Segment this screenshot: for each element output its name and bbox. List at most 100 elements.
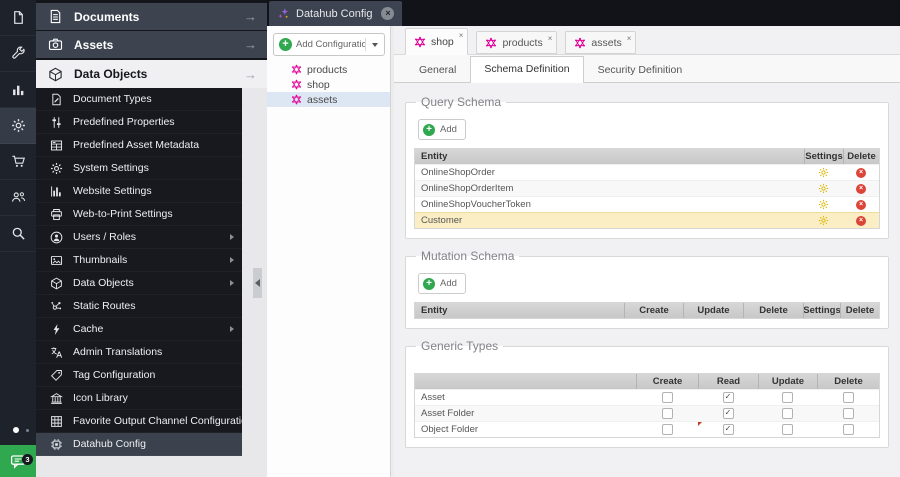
rail-item-search[interactable] [0,216,36,252]
sidebar-item-favorite-output-channel-configurations[interactable]: Favorite Output Channel Configurations [36,410,242,433]
icon-library-icon [50,392,63,405]
delete-cell [817,390,879,405]
delete-icon[interactable]: × [856,167,866,178]
notification-badge: 3 [22,454,33,465]
checkbox-create[interactable] [661,408,673,419]
column-header-create[interactable]: Create [624,303,683,318]
column-header-delete[interactable]: Delete [817,374,879,389]
column-header-entity[interactable]: Entity [415,303,624,318]
checkbox-delete[interactable] [842,424,854,435]
checkbox-read[interactable]: ✓ [722,408,734,419]
settings-gear-icon[interactable] [818,167,829,178]
collapse-splitter-button[interactable] [253,268,262,298]
sidebar-item-data-objects[interactable]: Data Objects [36,272,242,295]
workspace-tab-products[interactable]: products × [476,31,558,54]
checkbox-read[interactable]: ✓ [722,424,734,435]
sidebar-item-predefined-properties[interactable]: Predefined Properties [36,111,242,134]
sidebar-item-document-types[interactable]: Document Types [36,88,242,111]
column-header-delete[interactable]: Delete [843,149,879,164]
checkbox-read[interactable]: ✓ [722,392,734,403]
rail-item-ecommerce[interactable] [0,144,36,180]
sidebar-item-label: Data Objects [73,277,134,289]
subtab-schema-definition[interactable]: Schema Definition [470,56,584,83]
chevron-down-icon[interactable] [372,42,378,47]
checkbox-update[interactable] [782,392,793,403]
tab-datahub-config[interactable]: Datahub Config × [269,1,403,26]
column-header-entity[interactable]: Entity [415,149,804,164]
query-add-button[interactable]: + Add [418,119,466,140]
sidebar-item-label: Document Types [73,93,152,105]
subtab-general[interactable]: General [405,57,470,83]
column-header-settings[interactable]: Settings [804,149,843,164]
sidebar-item-thumbnails[interactable]: Thumbnails [36,249,242,272]
column-header-read[interactable]: Read [698,374,758,389]
settings-gear-icon[interactable] [818,199,829,210]
sidebar-item-cache[interactable]: Cache [36,318,242,341]
workspace-tab-assets[interactable]: assets × [565,31,637,54]
subtab-security-definition[interactable]: Security Definition [584,57,697,83]
query-row-Customer[interactable]: Customer × [415,212,879,228]
delete-icon[interactable]: × [856,183,866,194]
plus-icon: + [279,38,292,51]
settings-gear-icon[interactable] [818,183,829,194]
sidebar-item-website-settings[interactable]: Website Settings [36,180,242,203]
delete-icon[interactable]: × [856,199,866,210]
query-row-OnlineShopVoucherToken[interactable]: OnlineShopVoucherToken × [415,196,879,212]
close-icon[interactable]: × [627,34,632,43]
column-header-settings[interactable]: Settings [803,303,840,318]
tree-item-shop[interactable]: shop [267,77,390,92]
sidebar-item-users-roles[interactable]: Users / Roles [36,226,242,249]
settings-gear-icon[interactable] [818,215,829,226]
sidebar-section-documents[interactable]: Documents → [36,3,267,30]
sidebar-sections: Documents → Assets → Data Objects → [36,0,267,88]
rail-item-settings[interactable] [0,108,36,144]
rail-item-users[interactable] [0,180,36,216]
checkbox-update[interactable] [782,408,793,419]
column-header-update[interactable]: Update [683,303,743,318]
close-icon[interactable]: × [548,34,553,43]
sidebar-item-datahub-config[interactable]: Datahub Config [36,433,242,456]
checkbox-delete[interactable] [842,392,854,403]
rail-item-tools[interactable] [0,36,36,72]
generic-row-object-folder[interactable]: Object Folder ✓ [415,421,879,437]
rail-item-documents[interactable] [0,0,36,36]
sidebar-item-system-settings[interactable]: System Settings [36,157,242,180]
sidebar-section-assets[interactable]: Assets → [36,31,267,58]
graphql-icon [291,94,302,105]
mutation-add-button[interactable]: + Add [418,273,466,294]
sidebar-section-data-objects[interactable]: Data Objects → [36,60,267,88]
query-row-OnlineShopOrder[interactable]: OnlineShopOrder × [415,164,879,180]
query-row-OnlineShopOrderItem[interactable]: OnlineShopOrderItem × [415,180,879,196]
close-icon[interactable]: × [381,7,395,20]
sidebar-item-static-routes[interactable]: Static Routes [36,295,242,318]
column-header-delete[interactable]: Delete [743,303,803,318]
checkbox-create[interactable] [661,392,673,403]
generic-row-asset-folder[interactable]: Asset Folder ✓ [415,405,879,421]
subtab-label: Security Definition [597,64,683,76]
checkbox-create[interactable] [661,424,673,435]
tree-item-products[interactable]: products [267,62,390,77]
workspace-tab-shop[interactable]: shop × [405,28,469,55]
rail-item-reports[interactable] [0,72,36,108]
notifications-button[interactable]: 3 [0,445,36,477]
column-header-update[interactable]: Update [758,374,817,389]
sidebar-item-icon-library[interactable]: Icon Library [36,387,242,410]
add-configuration-button[interactable]: + Add Configuration [273,33,385,56]
panel-splitter[interactable] [390,26,394,477]
asset-metadata-icon [50,139,63,152]
tree-item-assets[interactable]: assets [267,92,390,107]
column-header-create[interactable]: Create [636,374,698,389]
sidebar-item-web-to-print-settings[interactable]: Web-to-Print Settings [36,203,242,226]
checkbox-update[interactable] [782,424,793,435]
sidebar-item-label: Admin Translations [73,346,163,358]
column-header-delete[interactable]: Delete [840,303,879,318]
generic-row-asset[interactable]: Asset ✓ [415,389,879,405]
checkbox-delete[interactable] [842,408,854,419]
delete-icon[interactable]: × [856,215,866,226]
admin-translations-icon [50,346,63,359]
close-icon[interactable]: × [459,31,464,40]
sidebar-item-admin-translations[interactable]: Admin Translations [36,341,242,364]
sidebar-item-tag-configuration[interactable]: Tag Configuration [36,364,242,387]
sidebar-item-predefined-asset-metadata[interactable]: Predefined Asset Metadata [36,134,242,157]
column-header-blank[interactable] [415,374,636,389]
